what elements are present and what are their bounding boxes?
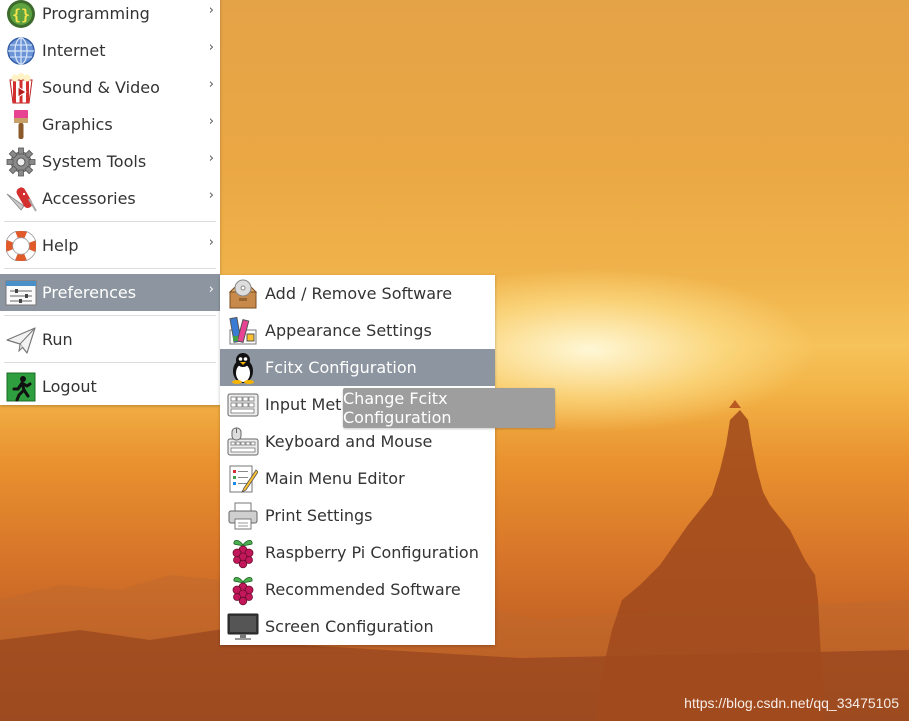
menu-item-run[interactable]: Run — [0, 321, 220, 358]
paintbrush-icon — [3, 107, 39, 143]
chevron-right-icon: › — [208, 235, 214, 250]
chevron-right-icon: › — [208, 77, 214, 92]
menu-item-label: Programming — [42, 4, 150, 23]
braces-icon: {} — [3, 0, 39, 32]
submenu-item-fcitx-configuration[interactable]: Fcitx Configuration — [220, 349, 495, 386]
pocketknife-icon — [3, 181, 39, 217]
menu-item-logout[interactable]: Logout — [0, 368, 220, 405]
menu-item-label: Logout — [42, 377, 97, 396]
submenu-item-appearance-settings[interactable]: Appearance Settings — [220, 312, 495, 349]
menu-item-label: Sound & Video — [42, 78, 160, 97]
palette-icon — [225, 313, 261, 349]
submenu-item-print-settings[interactable]: Print Settings — [220, 497, 495, 534]
menu-item-label: Internet — [42, 41, 106, 60]
menu-item-programming[interactable]: {} Programming › — [0, 0, 220, 32]
sliders-icon — [3, 275, 39, 311]
globe-icon — [3, 33, 39, 69]
menu-item-preferences[interactable]: Preferences › — [0, 274, 220, 311]
submenu-item-add-remove-software[interactable]: Add / Remove Software — [220, 275, 495, 312]
watermark-text: https://blog.csdn.net/qq_33475105 — [684, 695, 899, 711]
submenu-item-label: Fcitx Configuration — [265, 358, 417, 377]
menu-item-label: Accessories — [42, 189, 136, 208]
exit-icon — [3, 369, 39, 405]
submenu-item-screen-configuration[interactable]: Screen Configuration — [220, 608, 495, 645]
menu-separator — [0, 264, 220, 274]
submenu-item-label: Keyboard and Mouse — [265, 432, 433, 451]
submenu-item-label: Appearance Settings — [265, 321, 432, 340]
printer-icon — [225, 498, 261, 534]
menu-item-help[interactable]: Help › — [0, 227, 220, 264]
tooltip: Change Fcitx Configuration — [343, 388, 555, 428]
submenu-item-raspberry-pi-configuration[interactable]: Raspberry Pi Configuration — [220, 534, 495, 571]
submenu-item-label: Recommended Software — [265, 580, 461, 599]
raspberry-icon — [225, 535, 261, 571]
submenu-item-label: Print Settings — [265, 506, 373, 525]
svg-text:{}: {} — [12, 6, 30, 24]
chevron-right-icon: › — [208, 188, 214, 203]
menu-item-accessories[interactable]: Accessories › — [0, 180, 220, 217]
menu-separator — [0, 358, 220, 368]
submenu-item-label: Add / Remove Software — [265, 284, 453, 303]
menu-item-label: Help — [42, 236, 79, 255]
preferences-submenu: Add / Remove Software Appearance Setting… — [220, 275, 495, 645]
keyboard-grid-icon — [225, 387, 261, 423]
menu-item-label: System Tools — [42, 152, 147, 171]
chevron-right-icon: › — [208, 282, 214, 297]
menu-item-label: Preferences — [42, 283, 137, 302]
menu-item-internet[interactable]: Internet › — [0, 32, 220, 69]
monitor-icon — [225, 609, 261, 645]
chevron-right-icon: › — [208, 3, 214, 18]
submenu-item-recommended-software[interactable]: Recommended Software — [220, 571, 495, 608]
chevron-right-icon: › — [208, 151, 214, 166]
submenu-item-label: Screen Configuration — [265, 617, 434, 636]
popcorn-icon — [3, 70, 39, 106]
keyboard-mouse-icon — [225, 424, 261, 460]
paper-plane-icon — [3, 322, 39, 358]
menu-item-system-tools[interactable]: System Tools › — [0, 143, 220, 180]
chevron-right-icon: › — [208, 114, 214, 129]
menu-separator — [0, 311, 220, 321]
submenu-item-keyboard-and-mouse[interactable]: Keyboard and Mouse — [220, 423, 495, 460]
chevron-right-icon: › — [208, 40, 214, 55]
menu-editor-icon — [225, 461, 261, 497]
submenu-item-label: Main Menu Editor — [265, 469, 405, 488]
menu-separator — [0, 217, 220, 227]
menu-item-label: Run — [42, 330, 73, 349]
menu-item-graphics[interactable]: Graphics › — [0, 106, 220, 143]
raspberry-icon — [225, 572, 261, 608]
penguin-icon — [225, 350, 261, 386]
gear-icon — [3, 144, 39, 180]
package-disc-icon — [225, 276, 261, 312]
submenu-item-label: Raspberry Pi Configuration — [265, 543, 479, 562]
submenu-item-main-menu-editor[interactable]: Main Menu Editor — [220, 460, 495, 497]
menu-item-sound-video[interactable]: Sound & Video › — [0, 69, 220, 106]
menu-item-label: Graphics — [42, 115, 113, 134]
lifebuoy-icon — [3, 228, 39, 264]
main-menu: {} Programming › Internet › Sound & Vide… — [0, 0, 220, 405]
